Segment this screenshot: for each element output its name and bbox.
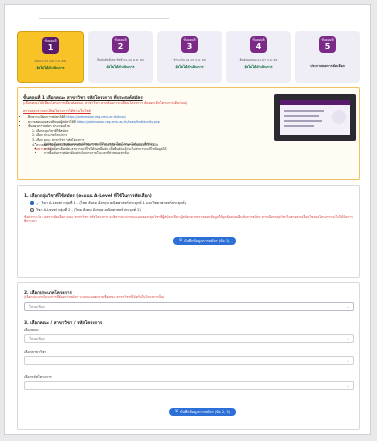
- chevron-down-icon: ⌄: [346, 384, 349, 388]
- item-text: ขั้นตอนการสมัคร ประกอบด้วย: [28, 124, 70, 129]
- video-line: [284, 125, 314, 127]
- step-4[interactable]: ขั้นตอนที่ 4 ยืนยันผลสอบ 01-07 ก.ย. 69 ย…: [226, 31, 291, 83]
- major-label: เลือกสาขาวิชา: [24, 350, 47, 354]
- step-badge: ขั้นตอนที่ 2: [112, 36, 129, 53]
- chevron-down-icon: ⌄: [346, 359, 349, 363]
- save-icon: 🖫: [179, 238, 183, 242]
- select-value: โปรดเลือก: [29, 304, 45, 309]
- chevron-down-icon: ⌄: [346, 337, 349, 341]
- step-status: ยังไม่ได้ดำเนินการ: [106, 65, 135, 69]
- step-date: ยืนยันผลสอบ 01-07 ก.ย. 69: [239, 58, 278, 62]
- video-line: [284, 110, 324, 112]
- step-number: 5: [324, 41, 331, 51]
- step-badge: ขั้นตอนที่ 5: [319, 36, 336, 53]
- step-badge: ขั้นตอนที่ 1: [42, 37, 59, 54]
- video-line: [284, 115, 319, 117]
- section-heading: 3. เลือกคณะ / สาขาวิชา / รหัสโครงการ: [24, 321, 103, 326]
- project-type-select[interactable]: โปรดเลือก ⌄: [24, 302, 354, 311]
- list-item: การยืนยันการสมัครต้องดำเนินการภายในเวลาท…: [44, 151, 268, 156]
- steps-progress: ขั้นตอนที่ 1 26/01/70 (26 ก.ย. 69) ยังไม…: [17, 31, 360, 83]
- instructions-subtitle: (เลือกคณะได้เพียงโครงการเดียวต่อคณะ สาขา…: [23, 101, 188, 105]
- list-item: ขั้นตอนการสมัคร ประกอบด้วย เลือกกลุ่มวิช…: [28, 124, 258, 155]
- section-project: 2. เลือกประเภทโครงการ (เลือกประเภทโครงกา…: [17, 282, 360, 430]
- save-project-button[interactable]: 🖫 บันทึกข้อมูลการสมัคร (ข้อ 2, 3): [169, 408, 237, 416]
- remark-list: ผู้สมัครต้องตรวจสอบคุณสมบัติของตนเองให้ต…: [38, 142, 268, 156]
- button-label: บันทึกข้อมูลการสมัคร (ข้อ 2, 3): [180, 410, 231, 414]
- section-heading: 1. เลือกกลุ่มวิชาที่ใช้สมัคร (คะแนน A-Le…: [24, 194, 152, 199]
- step-status: ยังไม่ได้ดำเนินการ: [175, 65, 204, 69]
- step-1[interactable]: ขั้นตอนที่ 1 26/01/70 (26 ก.ย. 69) ยังไม…: [17, 31, 84, 83]
- video-line: [284, 120, 322, 122]
- step-5[interactable]: ขั้นตอนที่ 5 ประกาศผลการคัดเลือก: [295, 31, 360, 83]
- select-value: โปรดเลือก: [29, 336, 45, 341]
- instructions-list: ศึกษาระเบียบการสมัครได้ที่ https://admis…: [28, 115, 258, 155]
- item-text: ศึกษาระเบียบการสมัครได้ที่: [28, 115, 67, 119]
- video-header-bar: [280, 100, 350, 105]
- save-subject-button[interactable]: 🖫 บันทึกข้อมูลการสมัคร (ข้อ 1): [173, 237, 236, 245]
- regulations-link[interactable]: https://admission.reg.cmu.ac.th/tcas/: [66, 115, 125, 119]
- chevron-down-icon: ⌄: [346, 305, 349, 309]
- instructions-check-title: ตรวจสอบรายละเอียดโครงการได้ทางเว็บไซต์: [23, 109, 91, 113]
- step-status: ยังไม่ได้ดำเนินการ: [244, 65, 273, 69]
- qualification-link[interactable]: https://admission.reg.cmu.ac.th/tcas/fin…: [77, 120, 160, 124]
- project-note: (เลือกประเภทโครงการที่ต้องการสมัคร ระบบจ…: [24, 295, 165, 299]
- save-icon: 🖫: [175, 409, 179, 413]
- step-number: 1: [47, 42, 54, 52]
- step-3[interactable]: ขั้นตอนที่ 3 ชำระเงิน 01-07 ก.ย. 69 ยังไ…: [157, 31, 222, 83]
- option-group-2[interactable]: วิชา A-Level กลุ่มที่ 2 - (ไทย สังคม อัง…: [30, 207, 141, 213]
- step-number: 4: [255, 41, 262, 51]
- step-badge: ขั้นตอนที่ 3: [181, 36, 198, 53]
- faculty-select[interactable]: โปรดเลือก ⌄: [24, 334, 354, 343]
- application-page: ขั้นตอนที่ 1 26/01/70 (26 ก.ย. 69) ยังไม…: [4, 4, 371, 435]
- video-logo: [332, 110, 346, 124]
- option-label: วิชา A-Level กลุ่มที่ 2 - (ไทย สังคม อัง…: [36, 208, 141, 212]
- step-date: 26/01/70 (26 ก.ย. 69): [34, 59, 67, 63]
- major-select[interactable]: ⌄: [24, 356, 354, 365]
- step-number: 3: [186, 41, 193, 51]
- check-icon: ✓: [36, 200, 40, 206]
- instructions-panel: ขั้นตอนที่ 1 เลือกคณะ สาขาวิชา รหัสโครงก…: [17, 87, 360, 180]
- step-status: ยังไม่ได้ดำเนินการ: [36, 66, 65, 70]
- radio-selected[interactable]: [30, 201, 34, 205]
- item-text: ตรวจสอบคุณสมบัติของผู้สมัครได้ที่: [28, 119, 77, 124]
- project-select[interactable]: ⌄: [24, 381, 354, 390]
- tutorial-video[interactable]: [274, 94, 356, 141]
- project-label: เลือกรหัสโครงการ: [24, 375, 52, 379]
- step-number: 2: [117, 41, 124, 51]
- step-badge: ขั้นตอนที่ 4: [250, 36, 267, 53]
- step-date: ชำระเงิน 01-07 ก.ย. 69: [173, 58, 206, 62]
- section-subject-group: 1. เลือกกลุ่มวิชาที่ใช้สมัคร (คะแนน A-Le…: [17, 185, 360, 278]
- option-label: วิชา A-Level กลุ่มที่ 1 - (ไทย สังคม อัง…: [41, 201, 186, 205]
- faculty-label: เลือกคณะ: [24, 328, 40, 332]
- divider: [39, 18, 169, 19]
- step-status: ประกาศผลการคัดเลือก: [310, 64, 345, 68]
- button-label: บันทึกข้อมูลการสมัคร (ข้อ 1): [184, 239, 230, 243]
- radio-unselected[interactable]: [30, 208, 34, 212]
- step-2[interactable]: ขั้นตอนที่ 2 ยืนยันสิทธิ์/สละสิทธิ์ 01-1…: [88, 31, 153, 83]
- option-group-1[interactable]: ✓ วิชา A-Level กลุ่มที่ 1 - (ไทย สังคม อ…: [30, 200, 186, 206]
- step-date: ยืนยันสิทธิ์/สละสิทธิ์ 01-10 ต.ค. 69: [97, 58, 144, 62]
- subject-note: ข้อควรระวัง : ผลการคัดเลือก คณะ สาขาวิชา…: [24, 215, 353, 224]
